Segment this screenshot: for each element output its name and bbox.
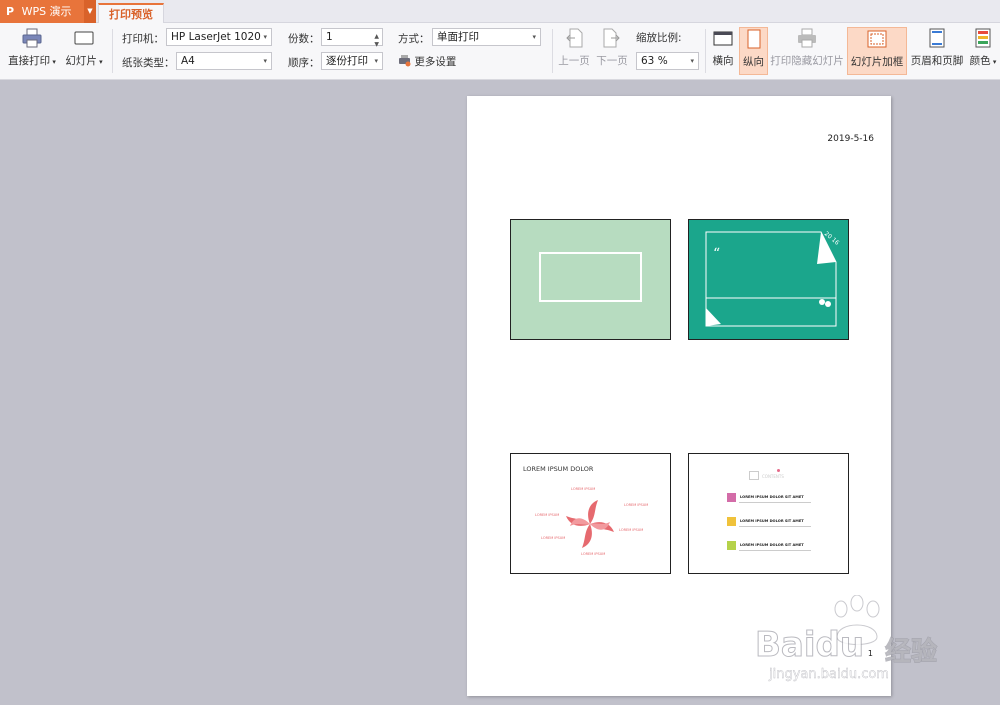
landscape-label: 横向 bbox=[712, 55, 734, 67]
print-mode-label: 方式： bbox=[398, 33, 430, 45]
pinwheel-label: LOREM IPSUM bbox=[535, 513, 560, 517]
chevron-down-icon: ▾ bbox=[532, 33, 536, 41]
bullet-icon bbox=[727, 517, 736, 526]
pinwheel-label: LOREM IPSUM bbox=[581, 552, 606, 556]
next-page-button[interactable]: 下一页 bbox=[594, 27, 630, 75]
direct-print-button[interactable]: 直接打印 ▾ bbox=[4, 27, 60, 75]
print-date: 2019-5-16 bbox=[827, 134, 874, 144]
more-settings-label: 更多设置 bbox=[414, 56, 457, 68]
chevron-down-icon: ▾ bbox=[263, 57, 267, 65]
printer-select[interactable]: HP LaserJet 1020 ▾ bbox=[166, 28, 272, 46]
print-hidden-icon bbox=[798, 28, 816, 48]
chevron-down-icon: ▾ bbox=[374, 57, 378, 65]
chevron-down-icon: ▾ bbox=[263, 33, 267, 41]
slides-button[interactable]: 幻灯片 ▾ bbox=[62, 27, 106, 75]
portrait-icon bbox=[747, 29, 760, 49]
bullet-icon bbox=[727, 541, 736, 550]
app-name: WPS 演示 bbox=[21, 5, 72, 18]
copies-label: 份数： bbox=[288, 33, 320, 45]
printer-label: 打印机： bbox=[122, 33, 164, 45]
zoom-value: 63 % bbox=[641, 55, 668, 67]
slide-frame-icon bbox=[867, 30, 887, 48]
slides-label: 幻灯片 bbox=[65, 55, 97, 67]
chevron-down-icon: ▾ bbox=[690, 57, 694, 65]
contents-item: LOREM IPSUM DOLOR SIT AMET bbox=[740, 495, 804, 499]
color-button[interactable]: 颜色 ▾ bbox=[966, 27, 1000, 75]
paper-type-label: 纸张类型： bbox=[122, 57, 175, 69]
slide-thumbnail-2: “ 20 16 bbox=[688, 219, 849, 340]
prev-page-icon bbox=[566, 28, 583, 48]
watermark-brand: Baidu bbox=[755, 625, 865, 666]
portrait-label: 纵向 bbox=[743, 56, 764, 68]
header-footer-icon bbox=[929, 28, 945, 48]
header-footer-button[interactable]: 页眉和页脚 bbox=[909, 27, 965, 75]
stepper-down-icon[interactable]: ▼ bbox=[374, 37, 379, 53]
slide-frame-label: 幻灯片加框 bbox=[850, 56, 904, 68]
wps-logo-icon: P bbox=[6, 5, 15, 18]
watermark-brand-part2: du bbox=[815, 625, 865, 666]
print-mode-value: 单面打印 bbox=[437, 31, 479, 43]
divider-line bbox=[739, 502, 811, 503]
pinwheel-label: LOREM IPSUM bbox=[619, 528, 644, 532]
portrait-button[interactable]: 纵向 bbox=[739, 27, 768, 75]
more-settings-button[interactable]: 更多设置 bbox=[398, 54, 456, 69]
paper-type-value: A4 bbox=[181, 55, 195, 67]
ribbon-toolbar: 直接打印 ▾ 幻灯片 ▾ 打印机： HP LaserJet 1020 ▾ 纸张类型… bbox=[0, 23, 1000, 80]
baidu-jingyan-watermark: Baidu 经验 jingyan.baidu.com bbox=[755, 595, 955, 690]
watermark-url: jingyan.baidu.com bbox=[769, 667, 889, 682]
prev-page-button[interactable]: 上一页 bbox=[556, 27, 592, 75]
slide-thumbnail-4: CONTENTS LOREM IPSUM DOLOR SIT AMET LORE… bbox=[688, 453, 849, 574]
contents-box-icon bbox=[749, 471, 759, 480]
divider bbox=[705, 29, 706, 73]
landscape-button[interactable]: 横向 bbox=[708, 27, 738, 75]
copies-stepper[interactable]: 1 ▲ ▼ bbox=[321, 28, 383, 48]
divider-line bbox=[739, 526, 811, 527]
zoom-select[interactable]: 63 % ▾ bbox=[636, 52, 699, 70]
watermark-cn: 经验 bbox=[884, 637, 938, 668]
slide-thumbnail-1 bbox=[510, 219, 671, 340]
contents-item: LOREM IPSUM DOLOR SIT AMET bbox=[740, 543, 804, 547]
svg-text:“: “ bbox=[713, 246, 720, 262]
pinwheel-label: LOREM IPSUM bbox=[571, 487, 596, 491]
contents-item: LOREM IPSUM DOLOR SIT AMET bbox=[740, 519, 804, 523]
divider bbox=[552, 29, 553, 73]
prev-page-label: 上一页 bbox=[558, 55, 590, 67]
tab-print-preview[interactable]: 打印预览 bbox=[98, 3, 164, 24]
divider-line bbox=[739, 550, 811, 551]
title-bar: P WPS 演示 ▼ 打印预览 bbox=[0, 0, 1000, 24]
zoom-label: 缩放比例: bbox=[636, 32, 682, 44]
slide-frame-rect bbox=[539, 252, 642, 302]
next-page-label: 下一页 bbox=[596, 55, 628, 67]
dot-icon bbox=[777, 469, 780, 472]
divider bbox=[112, 29, 113, 73]
order-select[interactable]: 逐份打印 ▾ bbox=[321, 52, 383, 70]
pinwheel-label: LOREM IPSUM bbox=[541, 536, 566, 540]
printer-value: HP LaserJet 1020 bbox=[171, 31, 261, 43]
next-page-icon bbox=[603, 28, 620, 48]
slide-thumbnail-3: LOREM IPSUM DOLOR LOREM IPSUM LOREM IPSU… bbox=[510, 453, 671, 574]
paper-type-select[interactable]: A4 ▾ bbox=[176, 52, 272, 70]
slide4-heading: CONTENTS bbox=[762, 474, 784, 479]
app-menu-dropdown-icon[interactable]: ▼ bbox=[84, 0, 96, 23]
color-label: 颜色 bbox=[969, 55, 991, 67]
print-hidden-label: 打印隐藏幻灯片 bbox=[770, 55, 844, 67]
color-palette-icon bbox=[975, 28, 991, 48]
direct-print-label: 直接打印 bbox=[8, 55, 51, 67]
print-hidden-slides-button[interactable]: 打印隐藏幻灯片 bbox=[770, 27, 844, 75]
copies-value: 1 bbox=[326, 31, 333, 43]
landscape-icon bbox=[713, 31, 733, 46]
watermark-brand-part1: Bai bbox=[755, 625, 817, 666]
order-value: 逐份打印 bbox=[326, 55, 368, 67]
pinwheel-label: LOREM IPSUM bbox=[624, 503, 649, 507]
settings-printer-icon bbox=[399, 55, 411, 67]
printer-icon bbox=[22, 28, 42, 48]
print-mode-select[interactable]: 单面打印 ▾ bbox=[432, 28, 541, 46]
slide-frame-button[interactable]: 幻灯片加框 bbox=[847, 27, 907, 75]
bullet-icon bbox=[727, 493, 736, 502]
order-label: 顺序： bbox=[288, 57, 320, 69]
app-menu-button[interactable]: P WPS 演示 bbox=[0, 0, 84, 23]
slide-icon bbox=[74, 31, 94, 45]
header-footer-label: 页眉和页脚 bbox=[910, 55, 964, 67]
